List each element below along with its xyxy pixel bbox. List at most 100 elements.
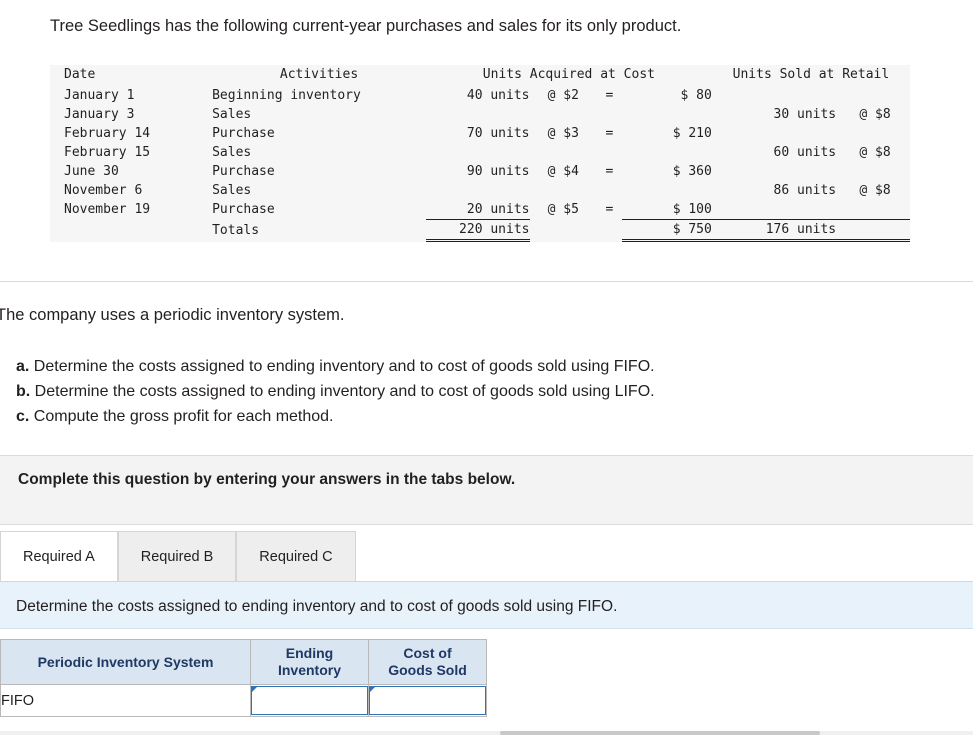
cell-date: June 30 — [64, 164, 119, 179]
cell-activity: Sales — [212, 145, 252, 160]
table-row: November 19 Purchase 20 units @ $5 = $ 1… — [50, 200, 910, 220]
requirement-a-label: a. — [16, 358, 30, 375]
cell-units-sold — [712, 162, 840, 181]
tab-required-c[interactable]: Required C — [236, 531, 356, 581]
purchases-sales-table: Date Activities Units Acquired at Cost U… — [50, 65, 910, 242]
table-row: February 14 Purchase 70 units @ $3 = $ 2… — [50, 124, 910, 143]
cell-units-sold: 30 units — [773, 107, 837, 122]
cell-unit-cost: @ $5 — [547, 202, 579, 218]
cell-cost: $ 360 — [672, 164, 712, 179]
cell-retail: @ $8 — [859, 145, 891, 160]
cell-activity: Purchase — [212, 126, 275, 141]
table-row: January 3 Sales 30 units @ $8 — [50, 105, 910, 124]
cell-equals: = — [605, 88, 614, 103]
table-body: January 1 Beginning inventory 40 units @… — [50, 86, 910, 242]
cell-units — [426, 105, 530, 124]
fifo-ending-inventory-cell[interactable] — [250, 684, 369, 717]
horizontal-scrollbar-track[interactable] — [0, 731, 973, 735]
table-row: February 15 Sales 60 units @ $8 — [50, 143, 910, 162]
cell-equals — [597, 181, 622, 200]
cell-total-units: 220 units — [425, 219, 530, 242]
cell-units: 90 units — [466, 164, 530, 179]
answer-header-periodic-inventory-system: Periodic Inventory System — [0, 639, 251, 685]
cell-activity: Totals — [212, 222, 260, 238]
cell-equals — [597, 220, 622, 241]
fifo-cogs-cell[interactable] — [368, 684, 487, 717]
answer-table-body: Periodic Inventory System Ending Invento… — [0, 639, 487, 717]
cell-unit-cost: @ $2 — [547, 88, 579, 103]
cell-cost — [622, 105, 712, 124]
cell-equals — [597, 143, 622, 162]
tab-required-a[interactable]: Required A — [0, 531, 118, 581]
page: Tree Seedlings has the following current… — [0, 0, 973, 737]
cell-activity: Purchase — [212, 164, 275, 179]
tab-required-b[interactable]: Required B — [117, 531, 237, 581]
requirement-b: b. Determine the costs assigned to endin… — [16, 379, 655, 404]
cell-date: November 19 — [64, 202, 151, 218]
cell-date: January 3 — [64, 107, 135, 122]
header-date: Date — [64, 67, 96, 82]
table-head: Date Activities Units Acquired at Cost U… — [50, 65, 910, 86]
cell-date — [50, 220, 212, 241]
fifo-cogs-input[interactable] — [369, 686, 486, 715]
cell-date: February 15 — [64, 145, 151, 160]
cell-units-sold — [712, 86, 840, 105]
cell-total-cost: $ 750 — [621, 219, 712, 242]
cell-cost: $ 80 — [680, 88, 712, 103]
header-activities: Activities — [279, 67, 359, 82]
cell-unit-cost — [530, 220, 598, 241]
cell-retail — [840, 219, 910, 242]
cell-units-sold: 60 units — [773, 145, 837, 160]
cell-unit-cost — [530, 143, 598, 162]
cell-activity: Sales — [212, 107, 252, 122]
cell-unit-cost — [530, 105, 598, 124]
requirement-a-text: Determine the costs assigned to ending i… — [29, 358, 655, 375]
cell-equals: = — [605, 202, 614, 218]
answer-header-ending-inventory: Ending Inventory — [250, 639, 369, 685]
fifo-ending-inventory-input[interactable] — [251, 686, 368, 715]
cell-date: November 6 — [64, 183, 143, 198]
cell-unit-cost: @ $4 — [547, 164, 579, 179]
cell-cost: $ 100 — [621, 200, 712, 220]
table-row: November 6 Sales 86 units @ $8 — [50, 181, 910, 200]
answer-header-cost-of-goods-sold: Cost of Goods Sold — [368, 639, 487, 685]
instruction-text: Determine the costs assigned to ending i… — [16, 598, 618, 615]
table-header-row: Date Activities Units Acquired at Cost U… — [50, 65, 910, 86]
intro-text: Tree Seedlings has the following current… — [50, 17, 682, 35]
cell-cost: $ 210 — [672, 126, 712, 141]
cell-unit-cost: @ $3 — [547, 126, 579, 141]
cell-retail: @ $8 — [859, 107, 891, 122]
cell-date: January 1 — [64, 88, 135, 103]
cell-date: February 14 — [64, 126, 151, 141]
cell-units: 70 units — [466, 126, 530, 141]
cell-equals: = — [605, 126, 614, 141]
cell-units — [426, 143, 530, 162]
complete-question-band — [0, 455, 973, 525]
answer-table-header-row: Periodic Inventory System Ending Invento… — [0, 639, 487, 685]
header-units-sold: Units Sold at Retail — [732, 67, 890, 82]
requirement-b-label: b. — [16, 383, 31, 400]
divider — [0, 281, 973, 282]
requirement-a: a. Determine the costs assigned to endin… — [16, 354, 655, 379]
cell-retail — [840, 86, 910, 105]
cell-cost — [622, 143, 712, 162]
horizontal-scrollbar-thumb[interactable] — [500, 731, 820, 735]
answer-table: Periodic Inventory System Ending Invento… — [0, 639, 487, 717]
cell-activity: Purchase — [212, 202, 275, 218]
answer-row-label-fifo: FIFO — [0, 684, 251, 717]
answer-table-row-fifo: FIFO — [0, 684, 487, 717]
tab-bar: Required A Required B Required C — [0, 531, 356, 581]
cell-units: 40 units — [466, 88, 530, 103]
cell-cost — [622, 181, 712, 200]
periodic-note: The company uses a periodic inventory sy… — [0, 306, 345, 324]
requirement-c-text: Compute the gross profit for each method… — [29, 408, 334, 425]
cell-units: 20 units — [425, 200, 530, 220]
answer-header-ending-inventory-line1: Ending — [285, 645, 334, 661]
cell-units-sold: 86 units — [773, 183, 837, 198]
table-row: January 1 Beginning inventory 40 units @… — [50, 86, 910, 105]
cell-unit-cost — [530, 181, 598, 200]
cell-units-sold — [711, 200, 841, 220]
requirement-c: c. Compute the gross profit for each met… — [16, 404, 655, 429]
cell-retail — [840, 162, 910, 181]
answer-header-cogs-line2: Goods Sold — [388, 662, 467, 678]
